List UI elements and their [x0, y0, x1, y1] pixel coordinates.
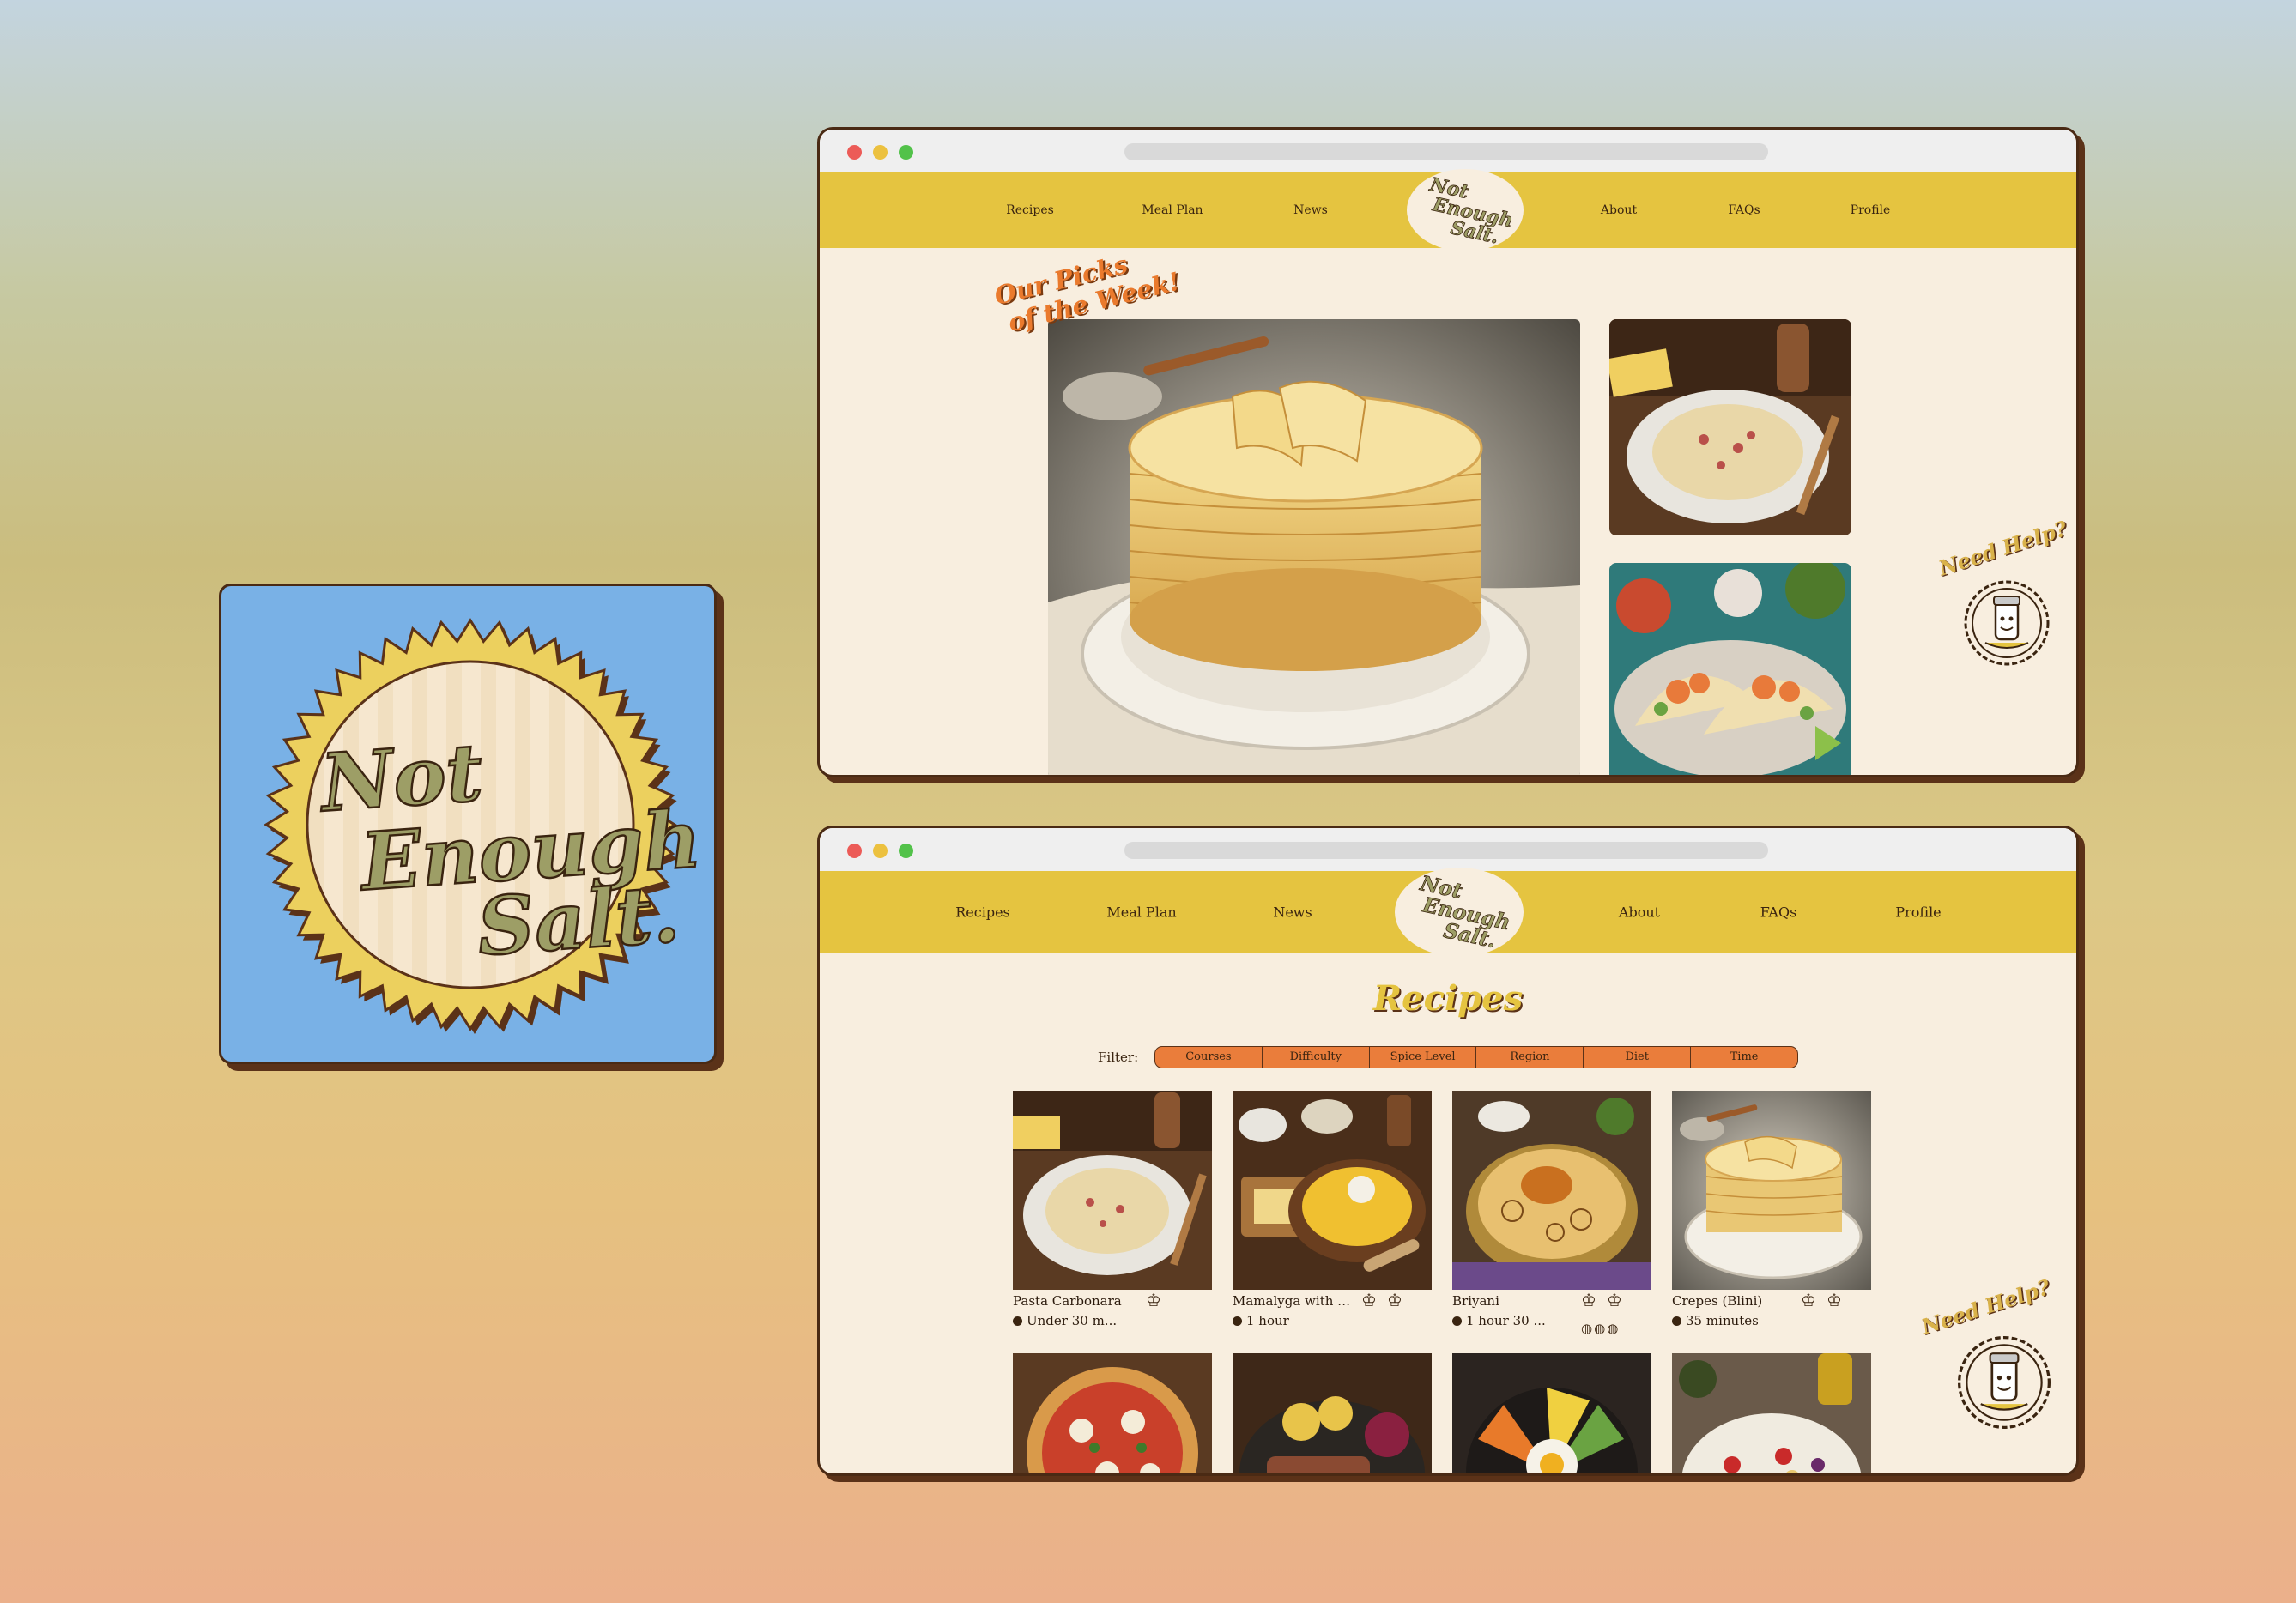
help-label: Need Help? [1918, 1273, 2053, 1340]
recipe-image-mamalyga[interactable] [1233, 1091, 1432, 1290]
recipe-image-briyani[interactable] [1452, 1091, 1651, 1290]
recipe-image-bean-salad[interactable] [1672, 1353, 1871, 1473]
nav-profile[interactable]: Profile [1895, 904, 1941, 921]
nav-logo[interactable]: Not Enough Salt. [1395, 868, 1524, 957]
nav-about[interactable]: About [1601, 203, 1637, 217]
recipe-time: 1 hour [1233, 1313, 1353, 1328]
chef-hat-icon: ♔ [1801, 1290, 1816, 1310]
address-bar[interactable] [1124, 143, 1768, 160]
recipe-time: Under 30 m... [1013, 1313, 1133, 1328]
clock-icon [1013, 1316, 1022, 1326]
recipe-image-pizza[interactable] [1013, 1353, 1212, 1473]
recipe-name[interactable]: Pasta Carbonara [1013, 1293, 1133, 1309]
minimize-window-icon[interactable] [873, 145, 888, 160]
browser-chrome [820, 130, 2076, 172]
nav-faqs[interactable]: FAQs [1760, 904, 1797, 921]
filter-spice-level[interactable]: Spice Level [1368, 1047, 1476, 1068]
recipe-time-text: 1 hour [1246, 1313, 1289, 1328]
nav-recipes[interactable]: Recipes [1006, 203, 1054, 217]
close-window-icon[interactable] [847, 844, 862, 858]
nav-faqs[interactable]: FAQs [1728, 203, 1760, 217]
chef-hat-icon: ♔ [1146, 1290, 1161, 1310]
clock-icon [1452, 1316, 1462, 1326]
filter-difficulty[interactable]: Difficulty [1261, 1047, 1369, 1068]
help-label: Need Help? [1936, 515, 2070, 581]
salt-shaker-mascot-icon [1958, 1336, 2051, 1429]
nav-news[interactable]: News [1293, 203, 1328, 217]
recipe-time: 1 hour 30 ... [1452, 1313, 1572, 1328]
minimize-window-icon[interactable] [873, 844, 888, 858]
recipe-name[interactable]: Mamalyga with M... [1233, 1293, 1353, 1309]
filter-diet[interactable]: Diet [1583, 1047, 1690, 1068]
recipe-time-text: 1 hour 30 ... [1466, 1313, 1546, 1328]
recipe-card[interactable]: Crepes (Blini) 35 minutes ♔ ♔ [1672, 1091, 1871, 1328]
browser-chrome [820, 828, 2076, 871]
help-widget[interactable]: Need Help? [1936, 516, 2070, 666]
recipe-card[interactable]: Mamalyga with M... 1 hour ♔ ♔ [1233, 1091, 1432, 1328]
site-nav: Recipes Meal Plan News Not Enough Salt. … [820, 169, 2076, 251]
chili-icon: ◍ [1581, 1321, 1595, 1336]
recipe-card[interactable]: Pasta Carbonara Under 30 m... ♔ [1013, 1091, 1212, 1328]
chef-hat-icon: ♔ [1827, 1290, 1842, 1310]
nav-meal-plan[interactable]: Meal Plan [1142, 203, 1203, 217]
logo-tile: Not Enough Salt. [219, 584, 717, 1064]
recipe-time-text: Under 30 m... [1027, 1313, 1118, 1328]
recipe-image-steak[interactable] [1233, 1353, 1432, 1473]
recipe-card[interactable] [1452, 1353, 1651, 1473]
browser-window-home: Recipes Meal Plan News Not Enough Salt. … [817, 127, 2079, 777]
nav-about[interactable]: About [1619, 904, 1660, 921]
chef-hat-icon: ♔ [1387, 1290, 1402, 1310]
salt-shaker-mascot-icon [1964, 580, 2050, 666]
maximize-window-icon[interactable] [899, 844, 913, 858]
filter-courses[interactable]: Courses [1155, 1047, 1262, 1068]
filter-region[interactable]: Region [1475, 1047, 1583, 1068]
brand-logo: Not Enough Salt. [264, 618, 705, 1034]
recipe-card[interactable] [1233, 1353, 1432, 1473]
chef-hat-icon: ♔ [1361, 1290, 1377, 1310]
recipe-name[interactable]: Crepes (Blini) [1672, 1293, 1792, 1309]
nav-news[interactable]: News [1273, 904, 1312, 921]
pick-shrimp-tacos-image[interactable] [1609, 563, 1851, 775]
recipe-name[interactable]: Briyani [1452, 1293, 1572, 1309]
site-nav: Recipes Meal Plan News Not Enough Salt. … [820, 868, 2076, 957]
recipe-card[interactable]: Briyani 1 hour 30 ... ♔ ♔ ◍◍◍ [1452, 1091, 1651, 1336]
chef-hat-icon: ♔ [1581, 1290, 1596, 1310]
logo-word-3: Salt. [475, 867, 682, 973]
filter-label: Filter: [1098, 1050, 1139, 1065]
recipe-image-bibimbap[interactable] [1452, 1353, 1651, 1473]
spice-level-icons: ◍◍◍ [1581, 1321, 1620, 1336]
nav-meal-plan[interactable]: Meal Plan [1106, 904, 1176, 921]
chili-icon: ◍ [1607, 1321, 1621, 1336]
chef-hat-icon: ♔ [1607, 1290, 1622, 1310]
nav-profile[interactable]: Profile [1851, 203, 1891, 217]
recipe-card[interactable] [1672, 1353, 1871, 1473]
help-widget[interactable]: Need Help? [1918, 1274, 2053, 1429]
chili-icon: ◍ [1594, 1321, 1608, 1336]
recipe-time-text: 35 minutes [1686, 1313, 1759, 1328]
clock-icon [1233, 1316, 1242, 1326]
filter-time[interactable]: Time [1690, 1047, 1797, 1068]
nav-logo[interactable]: Not Enough Salt. [1407, 169, 1524, 251]
maximize-window-icon[interactable] [899, 145, 913, 160]
clock-icon [1672, 1316, 1681, 1326]
nav-recipes[interactable]: Recipes [955, 904, 1010, 921]
recipe-time: 35 minutes [1672, 1313, 1792, 1328]
recipe-card[interactable] [1013, 1353, 1212, 1473]
pick-pasta-image[interactable] [1609, 319, 1851, 535]
recipe-image-pasta[interactable] [1013, 1091, 1212, 1290]
address-bar[interactable] [1124, 842, 1768, 859]
browser-window-recipes: Recipes Meal Plan News Not Enough Salt. … [817, 826, 2079, 1476]
page-title: Recipes [1372, 978, 1524, 1019]
close-window-icon[interactable] [847, 145, 862, 160]
hero-crepes-image[interactable] [1048, 319, 1580, 775]
recipe-image-crepes[interactable] [1672, 1091, 1871, 1290]
filter-bar: Courses Difficulty Spice Level Region Di… [1154, 1046, 1798, 1068]
